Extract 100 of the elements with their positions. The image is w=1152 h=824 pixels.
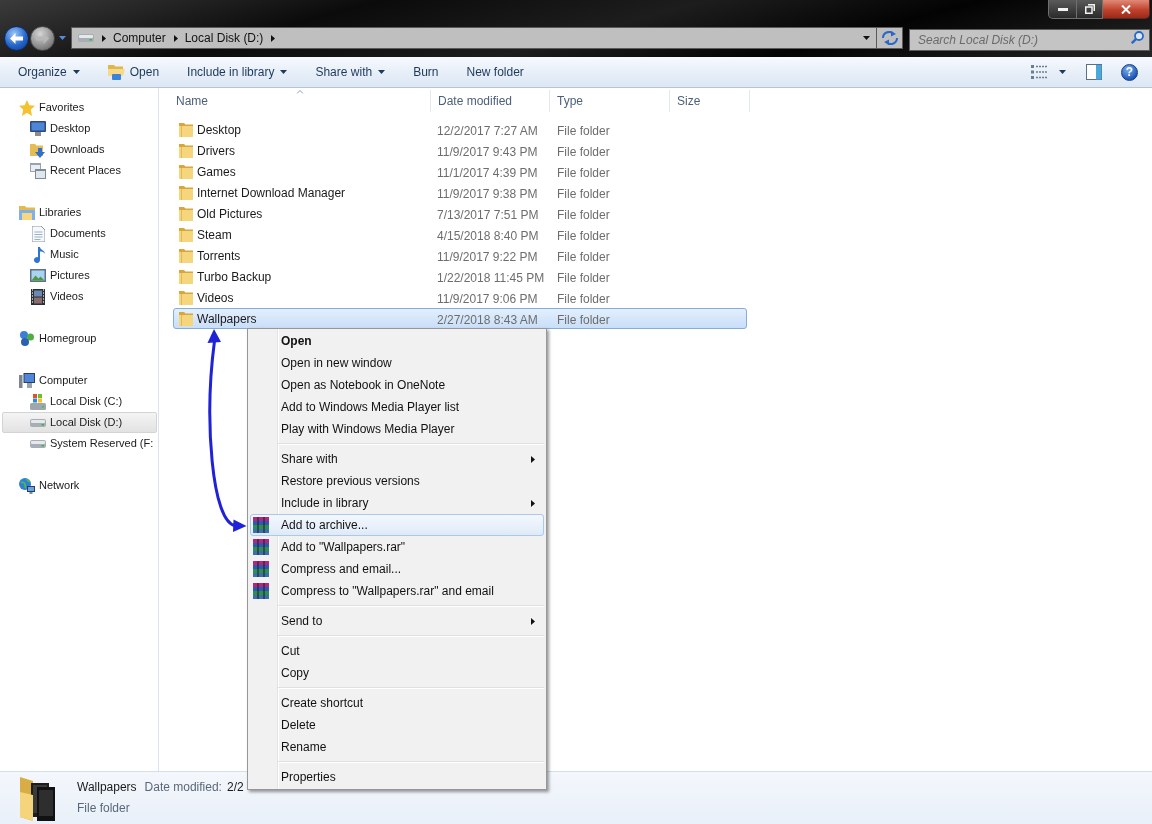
file-type: File folder [557,165,610,180]
file-row[interactable]: Wallpapers 2/27/2018 8:43 AM File folder [173,308,747,329]
nav-pane-item[interactable]: Network [2,475,157,496]
nav-pane-item[interactable]: Documents [2,223,157,244]
menu-item[interactable]: Properties [250,766,544,788]
nav-pane-item[interactable]: Local Disk (C:) [2,391,157,412]
file-row[interactable]: Videos 11/9/2017 9:06 PM File folder [173,287,747,308]
folder-icon [179,269,193,284]
file-row[interactable]: Turbo Backup 1/22/2018 11:45 PM File folder [173,266,747,287]
file-row[interactable]: Internet Download Manager 11/9/2017 9:38 PM File folder [173,182,747,203]
file-row[interactable]: Games 11/1/2017 4:39 PM File folder [173,161,747,182]
file-row[interactable]: Steam 4/15/2018 8:40 PM File folder [173,224,747,245]
date-modified: 1/22/2018 11:45 PM [437,270,545,285]
restore-button[interactable] [1077,0,1103,19]
file-type: File folder [557,312,610,327]
windows-stack-icon [30,162,46,179]
menu-item[interactable]: Share with [250,448,544,470]
column-header[interactable]: Name [169,90,431,112]
back-button[interactable] [4,25,29,51]
menu-item[interactable]: Play with Windows Media Player [250,418,544,440]
search-icon [1131,31,1144,44]
menu-item[interactable]: Restore previous versions [250,470,544,492]
column-header[interactable]: Type [550,90,670,112]
nav-pane-item[interactable]: Recent Places [2,160,157,181]
books-stack-icon [253,517,269,533]
preview-pane-icon[interactable] [1086,64,1102,80]
nav-pane-item[interactable]: Libraries [2,202,157,223]
menu-item[interactable]: Rename [250,736,544,758]
menu-item[interactable]: Add to archive... [250,514,544,536]
nav-pane-item[interactable]: Homegroup [2,328,157,349]
menu-item[interactable]: Copy [250,662,544,684]
address-bar[interactable]: Computer Local Disk (D:) [71,27,877,49]
toolbar-menu-button[interactable]: Share with [307,60,394,84]
submenu-arrow-icon [531,499,535,507]
nav-pane-item[interactable]: System Reserved (F: [2,433,157,454]
chevron-icon[interactable] [102,34,106,42]
nav-pane-item[interactable]: Downloads [2,139,157,160]
close-button[interactable] [1103,0,1150,19]
caret-icon[interactable] [863,36,870,40]
file-name: Old Pictures [197,205,263,223]
refresh-button[interactable] [877,27,903,49]
folder-icon [179,164,193,179]
caret-icon[interactable] [59,36,66,40]
caret-icon [280,70,288,74]
menu-item[interactable]: Compress and email... [250,558,544,580]
menu-item[interactable]: Include in library [250,492,544,514]
file-name: Desktop [197,121,242,139]
breadcrumb[interactable]: Computer [113,29,166,47]
file-row[interactable]: Torrents 11/9/2017 9:22 PM File folder [173,245,747,266]
file-row[interactable]: Drivers 11/9/2017 9:43 PM File folder [173,140,747,161]
nav-pane-item[interactable]: Local Disk (D:) [2,412,157,433]
file-name: Wallpapers [197,310,257,328]
arrow-left-icon [10,32,23,44]
file-row[interactable]: Desktop 12/2/2017 7:27 AM File folder [173,119,747,140]
menu-item[interactable]: Add to Windows Media Player list [250,396,544,418]
breadcrumb[interactable]: Local Disk (D:) [184,29,264,47]
windows-drive-icon [30,393,46,410]
menu-item[interactable]: Open in new window [250,352,544,374]
nav-pane-item[interactable]: Pictures [2,265,157,286]
file-name: Torrents [197,247,241,265]
details-view-icon[interactable] [1031,65,1048,79]
nav-pane-item[interactable]: Computer [2,370,157,391]
file-name: Videos [197,289,234,307]
file-type: File folder [557,270,610,285]
toolbar-button[interactable]: Burn [405,60,447,84]
chevron-icon[interactable] [173,34,178,42]
folder-icon [179,248,193,263]
column-header[interactable]: Date modified [431,90,550,112]
column-header[interactable]: Size [670,90,750,112]
caret-icon [72,70,80,74]
folder-arrow-icon [30,141,46,158]
menu-item[interactable]: Cut [250,640,544,662]
minimize-button[interactable] [1048,0,1077,19]
date-modified: 4/15/2018 8:40 PM [437,228,539,243]
caret-icon[interactable] [1059,70,1066,74]
nav-pane-item[interactable]: Videos [2,286,157,307]
menu-item[interactable]: Open [250,330,544,352]
menu-item[interactable]: Delete [250,714,544,736]
file-type: File folder [557,207,610,222]
search-field[interactable]: Search Local Disk (D:) [909,29,1150,51]
arrow-right-icon [36,32,49,44]
toolbar-button[interactable]: New folder [458,60,532,84]
toolbar-menu-button[interactable]: Organize [10,60,88,84]
file-type: File folder [557,228,610,243]
menu-item[interactable]: Compress to "Wallpapers.rar" and email [250,580,544,602]
nav-pane-item[interactable]: Music [2,244,157,265]
nav-pane-item[interactable]: Desktop [2,118,157,139]
file-row[interactable]: Old Pictures 7/13/2017 7:51 PM File folder [173,203,747,224]
file-type: File folder [557,186,610,201]
menu-item[interactable]: Open as Notebook in OneNote [250,374,544,396]
nav-pane-item[interactable]: Favorites [2,97,157,118]
menu-item[interactable]: Send to [250,610,544,632]
date-modified: 7/13/2017 7:51 PM [437,207,539,222]
picture-icon [30,269,46,282]
menu-item[interactable]: Create shortcut [250,692,544,714]
toolbar-menu-button[interactable]: Include in library [179,60,296,84]
menu-item[interactable]: Add to "Wallpapers.rar" [250,536,544,558]
homegroup-icon [19,331,35,346]
toolbar-button[interactable]: Open [99,60,168,84]
chevron-icon[interactable] [271,34,276,42]
